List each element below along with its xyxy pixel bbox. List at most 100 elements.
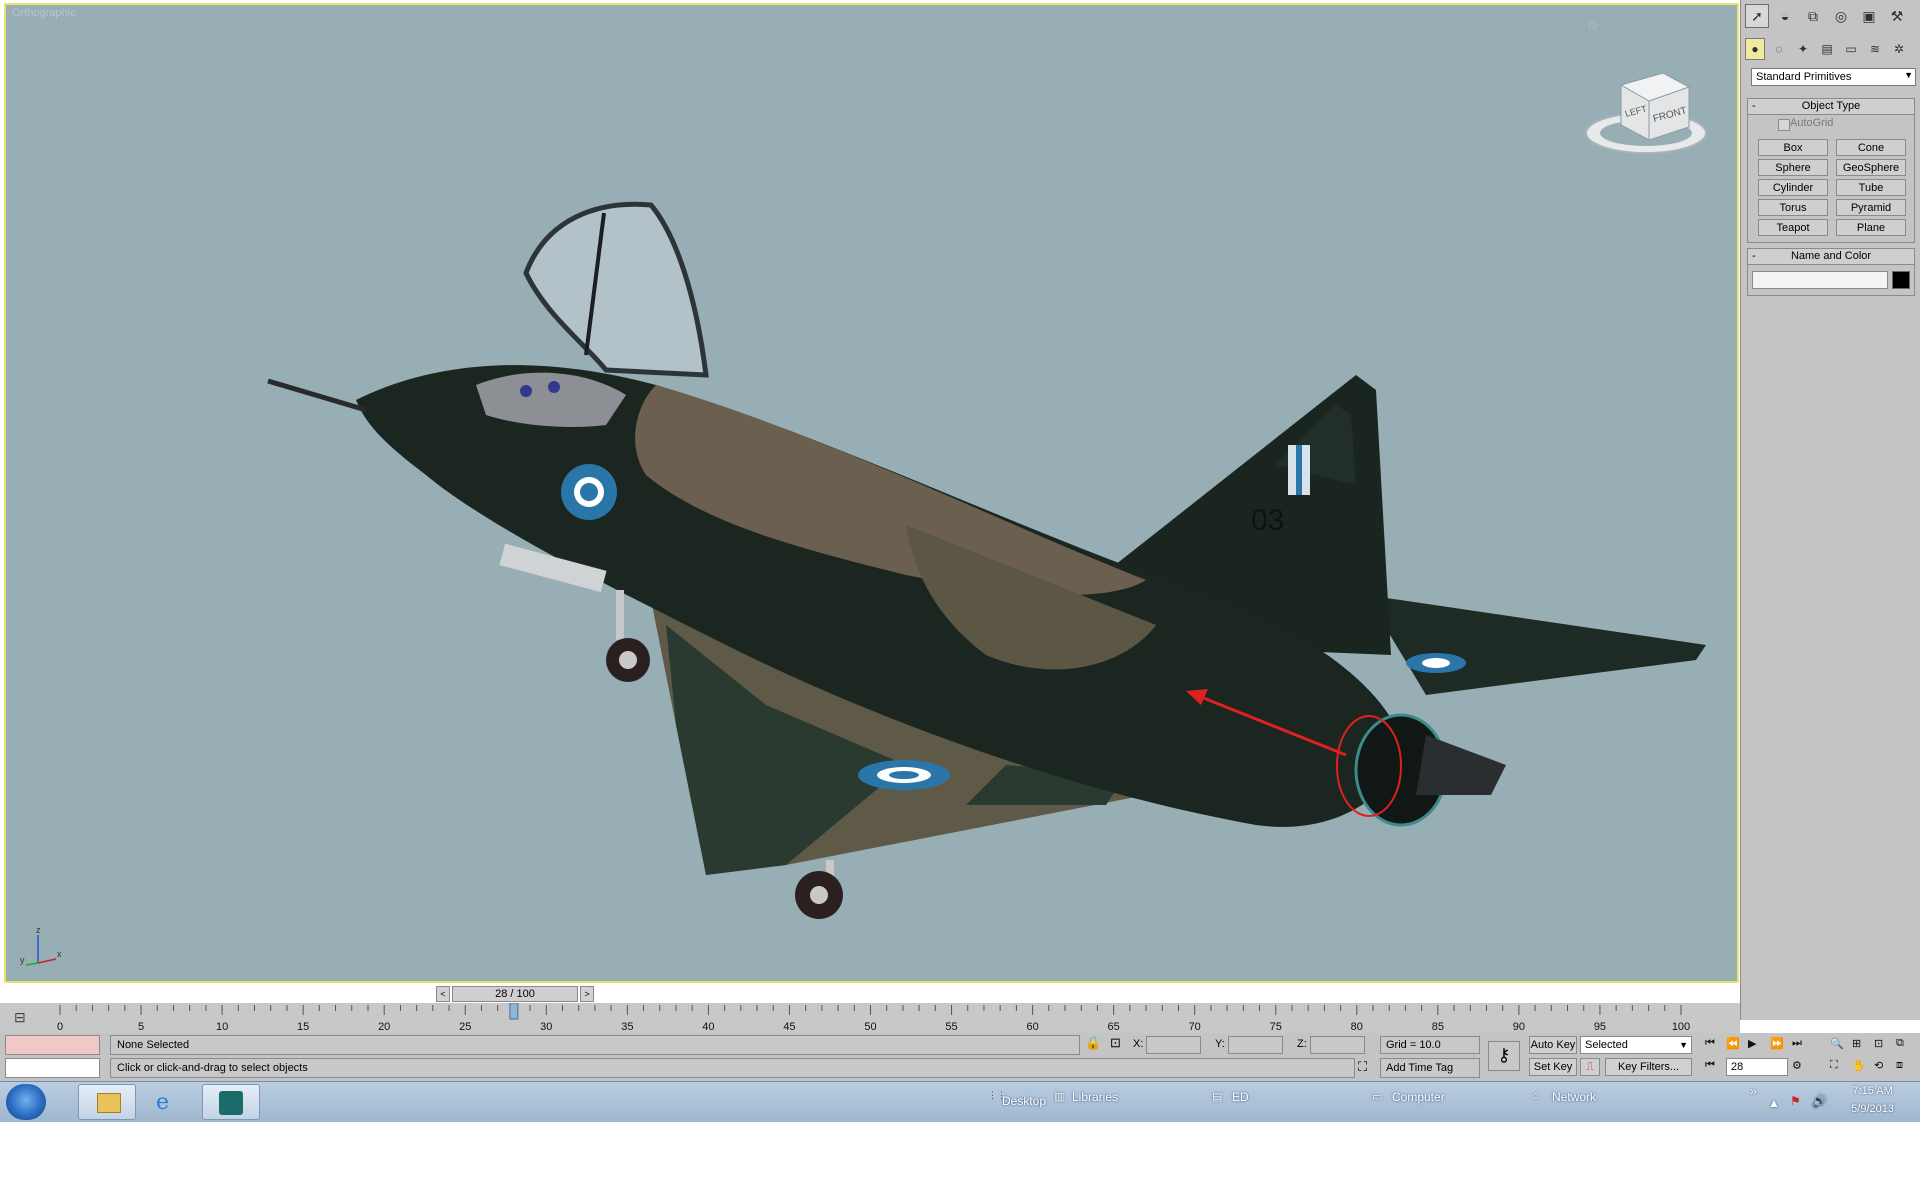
systems-icon[interactable]: ✲ [1889, 38, 1909, 60]
current-frame-field[interactable]: 28 [1726, 1058, 1788, 1076]
3dsmax-taskbar-icon[interactable] [202, 1084, 260, 1120]
maximize-viewport-icon[interactable]: ⧈ [1896, 1059, 1903, 1072]
libraries-link[interactable]: Libraries [1072, 1090, 1118, 1104]
tube-button[interactable]: Tube [1836, 179, 1906, 196]
explorer-taskbar-icon[interactable] [78, 1084, 136, 1120]
modify-tab-icon[interactable]: ◒ [1773, 4, 1797, 28]
set-key-button[interactable]: Set Key [1529, 1058, 1577, 1076]
pyramid-button[interactable]: Pyramid [1836, 199, 1906, 216]
object-type-rollout: - Object Type AutoGrid Box Cone Sphere G… [1747, 98, 1915, 243]
time-slider-next-button[interactable]: > [580, 986, 594, 1002]
toolbar-expand-icon[interactable]: » [1750, 1084, 1757, 1098]
curve-icon[interactable]: ⎍ [1580, 1058, 1600, 1076]
desktop-toolbar[interactable]: Desktop [1002, 1094, 1046, 1108]
absolute-mode-icon[interactable]: ⊡ [1110, 1035, 1121, 1051]
key-set-dropdown[interactable]: Selected ▼ [1580, 1036, 1692, 1054]
teapot-button[interactable]: Teapot [1758, 219, 1828, 236]
zoom-extents-all-icon[interactable]: ⧉ [1896, 1037, 1904, 1050]
field-of-view-icon[interactable]: ⛶ [1830, 1059, 1838, 1072]
ruler-label: 100 [1672, 1021, 1690, 1033]
shapes-icon[interactable]: ◌ [1769, 38, 1789, 60]
zoom-icon[interactable]: 🔍 [1830, 1037, 1844, 1050]
y-coordinate-field[interactable] [1228, 1036, 1283, 1054]
auto-key-button[interactable]: Auto Key [1529, 1036, 1577, 1054]
lock-icon[interactable]: 🔒 [1085, 1035, 1101, 1051]
lights-icon[interactable]: ✦ [1793, 38, 1813, 60]
z-coordinate-field[interactable] [1310, 1036, 1365, 1054]
motion-tab-icon[interactable]: ◎ [1829, 4, 1853, 28]
viewcube[interactable]: LEFT FRONT [1581, 65, 1711, 165]
name-and-color-header[interactable]: - Name and Color [1748, 249, 1914, 265]
command-panel: ➚ ◒ ⧉ ◎ ▣ ⚒ ● ◌ ✦ ▤ ▭ ≋ ✲ Standard Primi… [1740, 0, 1920, 1020]
utilities-tab-icon[interactable]: ⚒ [1885, 4, 1909, 28]
spacewarps-icon[interactable]: ≋ [1865, 38, 1885, 60]
internet-explorer-taskbar-icon[interactable]: e [140, 1084, 198, 1120]
go-to-start-icon[interactable]: ⏮ [1705, 1037, 1715, 1050]
playback-controls: ⏮ ⏪ ▶ ⏩ ⏭ ⏮ 28 ⚙ 🔍 ⊞ ⊡ ⧉ ⛶ ✋ ⟲ ⧈ [1700, 1033, 1920, 1081]
ruler-label: 40 [702, 1021, 714, 1033]
key-mode-icon[interactable]: ⏮ [1705, 1059, 1715, 1072]
show-hidden-icons[interactable]: ▲ [1768, 1096, 1780, 1110]
display-tab-icon[interactable]: ▣ [1857, 4, 1881, 28]
sphere-button[interactable]: Sphere [1758, 159, 1828, 176]
track-bar-ruler[interactable]: 0 5 10 15 20 25 30 35 40 45 50 55 60 65 70 75 80 85 90 95 10… [0, 1003, 1740, 1033]
cameras-icon[interactable]: ▤ [1817, 38, 1837, 60]
primitive-type-value: Standard Primitives [1756, 71, 1852, 83]
orbit-icon[interactable]: ⟲ [1874, 1059, 1883, 1072]
hierarchy-tab-icon[interactable]: ⧉ [1801, 4, 1825, 28]
time-slider-thumb[interactable]: 28 / 100 [452, 986, 578, 1002]
time-tag-icon[interactable]: ⛶ [1358, 1059, 1367, 1075]
tail-number: 03 [1251, 504, 1284, 537]
time-slider[interactable]: < 28 / 100 > [436, 986, 594, 1002]
network-link[interactable]: Network [1552, 1090, 1596, 1104]
action-center-icon[interactable]: ⚑ [1790, 1094, 1801, 1108]
go-to-end-icon[interactable]: ⏭ [1792, 1037, 1802, 1050]
zoom-all-icon[interactable]: ⊞ [1852, 1037, 1861, 1050]
curve-editor-icon[interactable]: ⊟ [14, 1009, 26, 1026]
perspective-viewport[interactable]: Orthographic ⌂ 03 LEFT FRONT z x y [4, 3, 1739, 983]
object-name-field[interactable] [1752, 271, 1888, 289]
key-icon[interactable]: ⚷ [1488, 1041, 1520, 1071]
collapse-icon: - [1752, 250, 1756, 262]
network-icon: ⌂ [1532, 1090, 1539, 1102]
folder-icon [97, 1093, 121, 1113]
helpers-icon[interactable]: ▭ [1841, 38, 1861, 60]
time-configuration-icon[interactable]: ⚙ [1792, 1059, 1802, 1072]
previous-frame-icon[interactable]: ⏪ [1726, 1037, 1740, 1050]
grid-size-box: Grid = 10.0 [1380, 1036, 1480, 1054]
box-button[interactable]: Box [1758, 139, 1828, 156]
object-color-swatch[interactable] [1892, 271, 1910, 289]
system-clock[interactable]: 7:15 AM 5/9/2013 [1851, 1085, 1894, 1115]
add-time-tag-button[interactable]: Add Time Tag [1380, 1058, 1480, 1078]
zoom-extents-icon[interactable]: ⊡ [1874, 1037, 1883, 1050]
key-filters-button[interactable]: Key Filters... [1605, 1058, 1692, 1076]
plane-button[interactable]: Plane [1836, 219, 1906, 236]
geometry-icon[interactable]: ● [1745, 38, 1765, 60]
computer-link[interactable]: Computer [1392, 1090, 1445, 1104]
ruler-label: 85 [1432, 1021, 1444, 1033]
maxscript-listener-field[interactable] [5, 1035, 100, 1055]
pan-icon[interactable]: ✋ [1852, 1059, 1866, 1072]
current-frame-marker[interactable] [509, 1003, 519, 1020]
next-frame-icon[interactable]: ⏩ [1770, 1037, 1784, 1050]
autogrid-checkbox[interactable]: AutoGrid [1748, 115, 1914, 135]
play-icon[interactable]: ▶ [1748, 1037, 1756, 1050]
primitive-type-dropdown[interactable]: Standard Primitives ▼ [1751, 68, 1916, 86]
geosphere-button[interactable]: GeoSphere [1836, 159, 1906, 176]
volume-icon[interactable]: 🔊 [1812, 1094, 1827, 1108]
cylinder-button[interactable]: Cylinder [1758, 179, 1828, 196]
time-slider-prev-button[interactable]: < [436, 986, 450, 1002]
x-coordinate-field[interactable] [1146, 1036, 1201, 1054]
ruler-label: 50 [864, 1021, 876, 1033]
maxscript-input-field[interactable] [5, 1058, 100, 1078]
track-bar[interactable]: 0 5 10 15 20 25 30 35 40 45 50 55 60 65 70 75 80 85 90 95 10… [0, 1003, 1740, 1033]
torus-button[interactable]: Torus [1758, 199, 1828, 216]
object-type-header[interactable]: - Object Type [1748, 99, 1914, 115]
folder-icon: ▤ [1212, 1091, 1223, 1103]
start-button[interactable] [6, 1084, 46, 1120]
create-tab-icon[interactable]: ➚ [1745, 4, 1769, 28]
ruler-label: 10 [216, 1021, 228, 1033]
prompt-text: Click or click-and-drag to select object… [117, 1062, 308, 1074]
ed-link[interactable]: ED [1232, 1090, 1249, 1104]
cone-button[interactable]: Cone [1836, 139, 1906, 156]
